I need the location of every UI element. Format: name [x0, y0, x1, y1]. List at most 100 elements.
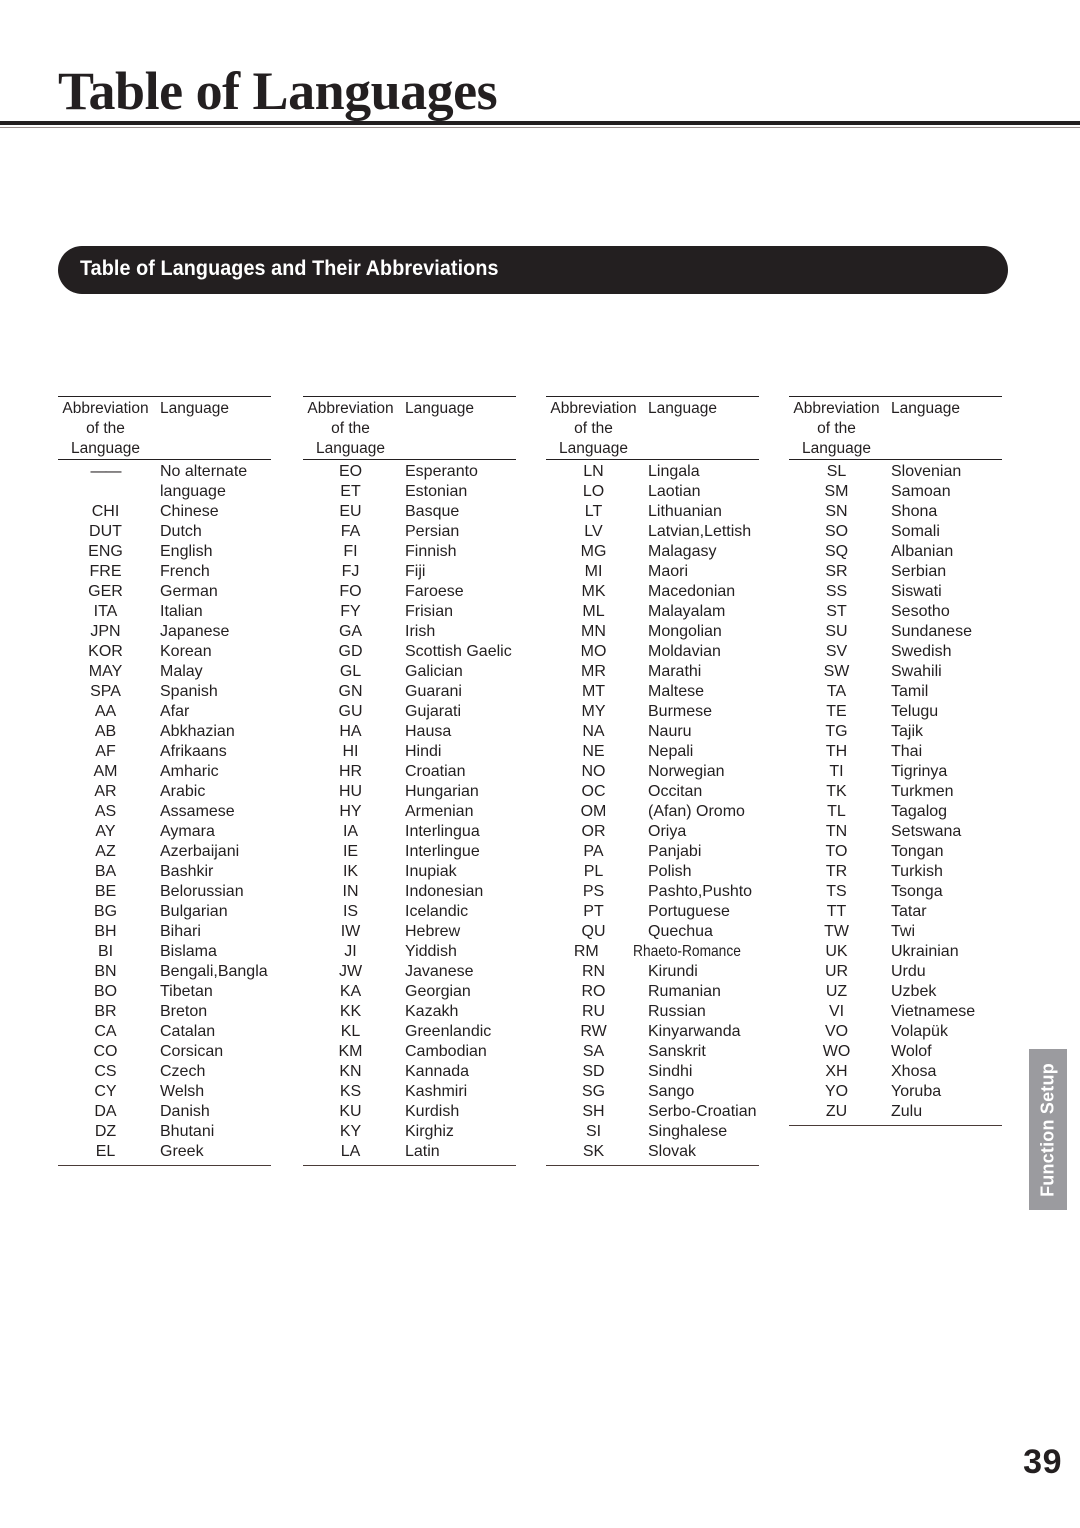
language-abbreviation: AY	[95, 823, 116, 840]
language-name: Hebrew	[405, 923, 461, 940]
language-abbreviation: SA	[582, 1043, 605, 1060]
table-row: SA Sanskrit	[546, 1042, 759, 1062]
language-name: Dutch	[160, 523, 202, 540]
side-tab-function-setup: Function Setup	[1029, 1049, 1067, 1210]
language-column-1: Abbreviation of the Language Language —— No a…	[58, 396, 271, 1166]
language-name: Malagasy	[648, 543, 717, 560]
table-row: TI Tigrinya	[789, 762, 1002, 782]
language-abbreviation: MK	[581, 583, 606, 600]
language-abbreviation: KY	[339, 1123, 362, 1140]
language-abbreviation: SK	[582, 1143, 605, 1160]
language-name: Japanese	[160, 623, 230, 640]
language-name: Setswana	[891, 823, 962, 840]
language-name: Croatian	[405, 763, 466, 780]
table-row: AY Aymara	[58, 822, 271, 842]
table-row: PL Polish	[546, 862, 759, 882]
table-row: KM Cambodian	[303, 1042, 516, 1062]
language-abbreviation: IN	[342, 883, 359, 900]
table-row: OR Oriya	[546, 822, 759, 842]
table-row: PT Portuguese	[546, 902, 759, 922]
language-abbreviation: HY	[339, 803, 362, 820]
language-abbreviation: ENG	[88, 543, 123, 560]
language-name: Laotian	[648, 483, 701, 500]
language-name: Korean	[160, 643, 212, 660]
language-name: Malayalam	[648, 603, 726, 620]
table-row: TW Twi	[789, 922, 1002, 942]
table-row: SK Slovak	[546, 1142, 759, 1162]
language-abbreviation: SO	[824, 523, 849, 540]
language-abbreviation: UR	[824, 963, 849, 980]
language-abbreviation: RN	[581, 963, 606, 980]
language-name: Lingala	[648, 463, 700, 480]
language-name: Guarani	[405, 683, 462, 700]
language-name: Hausa	[405, 723, 452, 740]
language-abbreviation: BN	[94, 963, 117, 980]
table-row: GU Gujarati	[303, 702, 516, 722]
language-name: Frisian	[405, 603, 454, 620]
language-abbreviation: HR	[338, 763, 363, 780]
language-name: Basque	[405, 503, 460, 520]
language-abbreviation: TE	[826, 703, 847, 720]
table-row: BH Bihari	[58, 922, 271, 942]
column-body: LN Lingala LO Laotian LT Lithuanian LV Latvian,…	[546, 460, 759, 1165]
table-row: DA Danish	[58, 1102, 271, 1122]
language-name: Volapük	[891, 1023, 948, 1040]
table-row: SN Shona	[789, 502, 1002, 522]
table-row: KS Kashmiri	[303, 1082, 516, 1102]
language-abbreviation: HI	[342, 743, 359, 760]
language-abbreviation: LO	[582, 483, 605, 500]
language-name: Rhaeto-Romance	[632, 943, 741, 960]
table-row: VI Vietnamese	[789, 1002, 1002, 1022]
language-name: Estonian	[405, 483, 468, 500]
table-row: UZ Uzbek	[789, 982, 1002, 1002]
language-name: Chinese	[160, 503, 219, 520]
table-row: UK Ukrainian	[789, 942, 1002, 962]
language-abbreviation: BH	[94, 923, 117, 940]
table-row: IK Inupiak	[303, 862, 516, 882]
language-abbreviation: SS	[825, 583, 848, 600]
language-abbreviation: TO	[825, 843, 848, 860]
language-abbreviation: LA	[340, 1143, 361, 1160]
language-abbreviation: IK	[342, 863, 359, 880]
language-abbreviation: EL	[95, 1143, 116, 1160]
language-name: Indonesian	[405, 883, 484, 900]
language-name: Kazakh	[405, 1003, 459, 1020]
table-row: LA Latin	[303, 1142, 516, 1162]
language-name: Spanish	[160, 683, 218, 700]
table-row: —— No alternate	[58, 462, 271, 482]
language-name: Kashmiri	[405, 1083, 468, 1100]
column-body: —— No alternate language CHI Chinese DUT Dutch…	[58, 460, 271, 1165]
column-header-language: Language	[891, 400, 960, 417]
table-row: LV Latvian,Lettish	[546, 522, 759, 542]
table-row: DZ Bhutani	[58, 1122, 271, 1142]
table-row: FY Frisian	[303, 602, 516, 622]
table-row: MG Malagasy	[546, 542, 759, 562]
language-abbreviation: IA	[342, 823, 359, 840]
column-header-abbreviation-line-1: Abbreviation	[550, 400, 637, 417]
language-name: Serbo-Croatian	[648, 1103, 757, 1120]
language-name: Swedish	[891, 643, 952, 660]
table-row: RU Russian	[546, 1002, 759, 1022]
language-abbreviation: CS	[94, 1063, 117, 1080]
table-row: SQ Albanian	[789, 542, 1002, 562]
table-row: FO Faroese	[303, 582, 516, 602]
table-row: AR Arabic	[58, 782, 271, 802]
table-row: HR Croatian	[303, 762, 516, 782]
table-row: BG Bulgarian	[58, 902, 271, 922]
table-row: BI Bislama	[58, 942, 271, 962]
section-banner-label: Table of Languages and Their Abbreviatio…	[80, 257, 499, 280]
language-abbreviation: GER	[88, 583, 123, 600]
language-abbreviation: XH	[825, 1063, 848, 1080]
table-row: CO Corsican	[58, 1042, 271, 1062]
language-abbreviation: TN	[825, 823, 848, 840]
language-abbreviation: JI	[344, 943, 357, 960]
column-header-abbreviation: Abbreviation of the Language	[303, 399, 398, 459]
language-name: Occitan	[648, 783, 703, 800]
table-row: AS Assamese	[58, 802, 271, 822]
page-number: 39	[1023, 1443, 1062, 1481]
language-name: Yiddish	[405, 943, 457, 960]
table-row: AZ Azerbaijani	[58, 842, 271, 862]
language-abbreviation: DUT	[89, 523, 122, 540]
language-abbreviation: MR	[581, 663, 606, 680]
language-name: Lithuanian	[648, 503, 722, 520]
